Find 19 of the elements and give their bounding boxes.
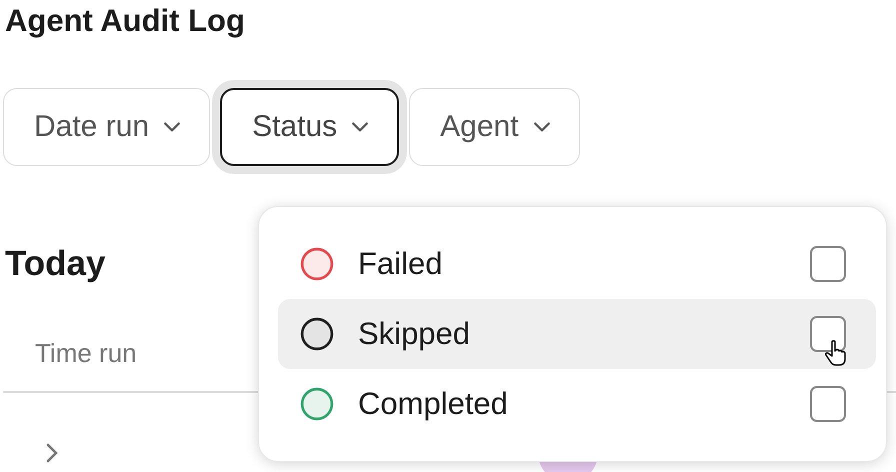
chevron-down-icon xyxy=(163,121,182,133)
chevron-down-icon xyxy=(532,121,551,133)
checkbox[interactable] xyxy=(810,316,846,352)
filter-button[interactable]: Date run xyxy=(3,88,210,166)
status-option[interactable]: Failed xyxy=(278,229,876,299)
filter-button[interactable]: Agent xyxy=(409,88,580,166)
option-label: Failed xyxy=(358,246,444,282)
page-title: Agent Audit Log xyxy=(4,2,246,40)
checkbox[interactable] xyxy=(810,246,846,282)
chevron-right-icon[interactable] xyxy=(46,442,58,462)
section-heading: Today xyxy=(5,244,106,284)
hand-cursor-icon xyxy=(825,339,849,367)
checkbox[interactable] xyxy=(810,386,846,422)
status-option[interactable]: Completed xyxy=(278,369,876,439)
option-label: Completed xyxy=(358,386,509,422)
chevron-down-icon xyxy=(351,121,370,133)
option-label: Skipped xyxy=(358,316,472,352)
status-option[interactable]: Skipped xyxy=(278,299,876,369)
column-header: Time run xyxy=(35,338,137,369)
